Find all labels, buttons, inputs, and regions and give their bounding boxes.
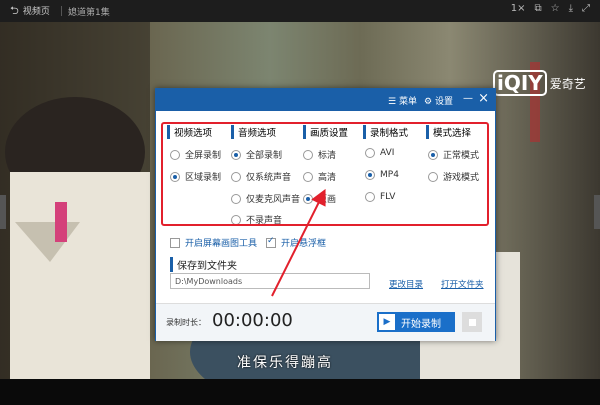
annotation-arrow xyxy=(271,188,326,297)
